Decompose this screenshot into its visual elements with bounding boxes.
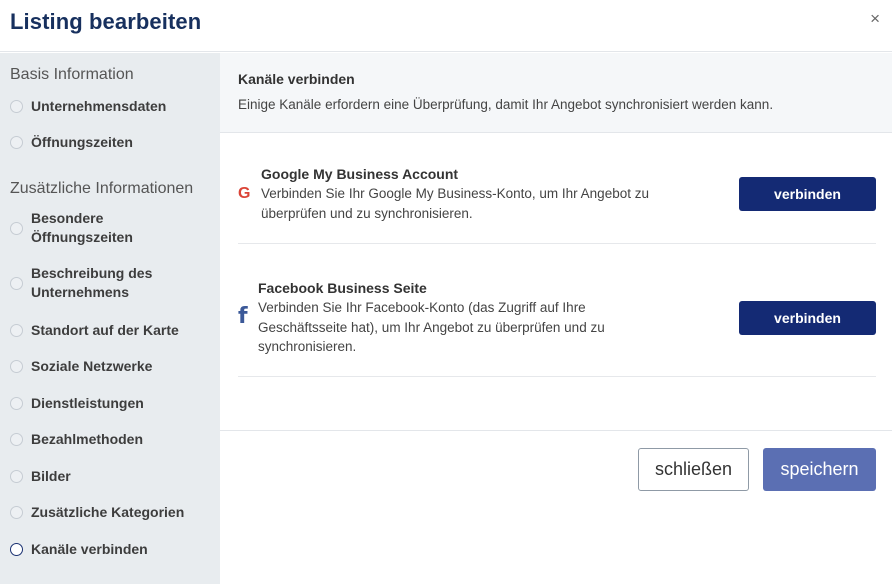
connect-google-button[interactable]: verbinden [739,177,876,211]
radio-icon [10,324,23,337]
main-panel: Kanäle verbinden Einige Kanäle erfordern… [220,53,892,584]
channel-description: Verbinden Sie Ihr Facebook-Konto (das Zu… [258,300,605,354]
sidebar-item-label: Zusätzliche Kategorien [31,504,185,520]
sidebar-item-kanaele-verbinden[interactable]: Kanäle verbinden [10,540,215,559]
section-title-basis: Basis Information [10,66,134,83]
radio-icon [10,276,23,290]
sidebar-item-beschreibung[interactable]: Beschreibung des Unternehmens [10,264,170,302]
radio-icon [10,136,23,149]
radio-icon [10,470,23,483]
sidebar-item-oeffnungszeiten[interactable]: Öffnungszeiten [10,133,215,152]
sidebar-item-label: Kanäle verbinden [31,541,148,557]
info-title: Kanäle verbinden [238,71,355,87]
sidebar-item-label: Standort auf der Karte [31,322,179,338]
info-description: Einige Kanäle erfordern eine Überprüfung… [238,97,774,112]
sidebar-item-label: Öffnungszeiten [31,134,133,150]
channel-title: Google My Business Account [261,166,459,182]
save-button[interactable]: speichern [763,448,876,491]
sidebar-item-label: Soziale Netzwerke [31,358,153,374]
sidebar-item-label: Dienstleistungen [31,395,144,411]
radio-icon [10,360,23,373]
close-icon[interactable]: × [870,10,880,28]
dialog-header: Listing bearbeiten × [0,0,892,52]
connect-facebook-button[interactable]: verbinden [739,301,876,335]
facebook-icon: f [238,304,248,329]
sidebar-item-label: Besondere Öffnungszeiten [31,210,133,245]
section-title-zusaetzliche: Zusätzliche Informationen [10,180,194,197]
radio-icon [10,506,23,519]
sidebar-item-besondere-oeffnungszeiten[interactable]: Besondere Öffnungszeiten [10,209,160,247]
sidebar-item-zusaetzliche-kategorien[interactable]: Zusätzliche Kategorien [10,503,215,522]
channel-facebook: f Facebook Business Seite Verbinden Sie … [238,276,876,377]
channel-google: G Google My Business Account Verbinden S… [238,164,876,244]
radio-selected-icon [10,543,23,556]
sidebar-item-bezahlmethoden[interactable]: Bezahlmethoden [10,430,215,449]
sidebar-item-label: Beschreibung des Unternehmens [31,265,153,300]
sidebar-item-soziale-netzwerke[interactable]: Soziale Netzwerke [10,357,215,376]
sidebar-item-dienstleistungen[interactable]: Dienstleistungen [10,394,215,413]
sidebar: Basis Information Unternehmensdaten Öffn… [0,53,220,584]
info-box: Kanäle verbinden Einige Kanäle erfordern… [220,53,892,133]
sidebar-item-bilder[interactable]: Bilder [10,467,215,486]
dialog-footer: schließen speichern [220,430,892,584]
channel-description: Verbinden Sie Ihr Google My Business-Kon… [261,186,649,221]
dialog-title: Listing bearbeiten [10,9,202,34]
radio-icon [10,221,23,235]
radio-icon [10,100,23,113]
sidebar-item-unternehmensdaten[interactable]: Unternehmensdaten [10,97,215,116]
google-icon: G [238,185,251,202]
close-button[interactable]: schließen [638,448,749,491]
sidebar-item-label: Bilder [31,468,71,484]
radio-icon [10,397,23,410]
sidebar-item-label: Unternehmensdaten [31,98,167,114]
radio-icon [10,433,23,446]
sidebar-item-standort[interactable]: Standort auf der Karte [10,321,215,340]
channel-title: Facebook Business Seite [258,280,427,296]
sidebar-item-label: Bezahlmethoden [31,431,144,447]
